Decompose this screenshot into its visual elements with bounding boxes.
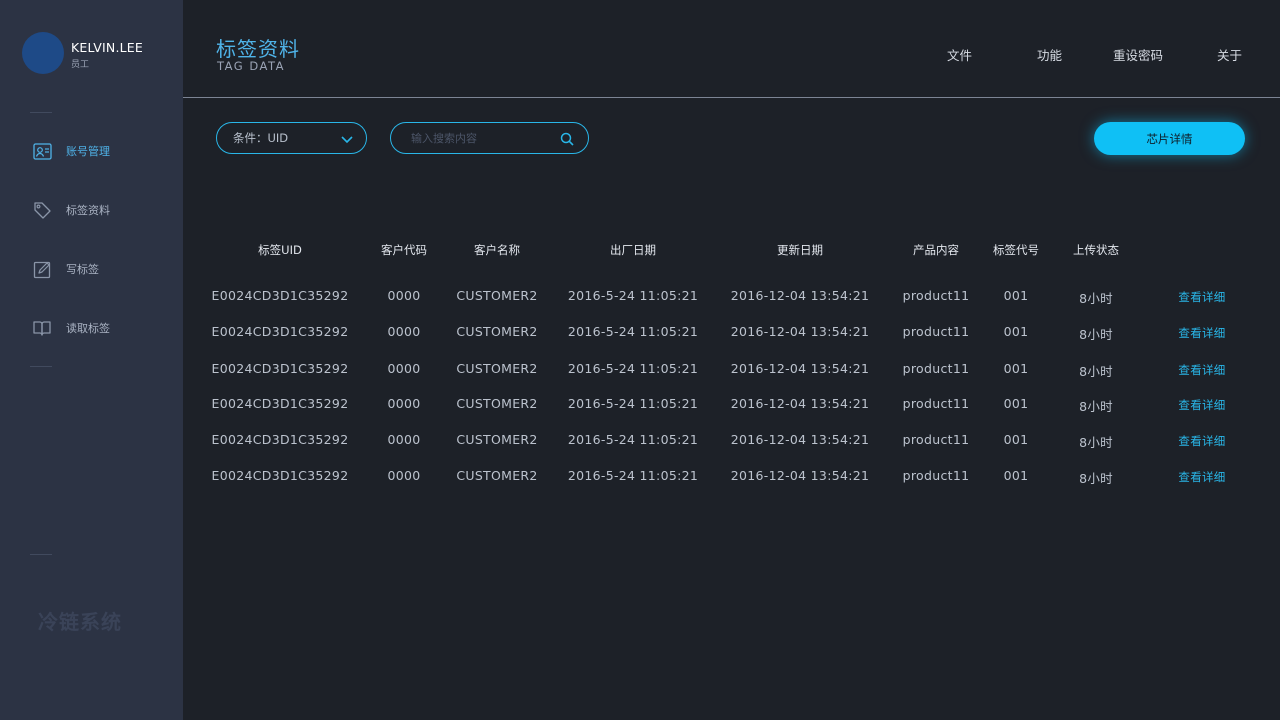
cell-factory-date: 2016-5-24 11:05:21 xyxy=(567,468,699,483)
tag-icon xyxy=(32,200,52,220)
cell-customer-name: CUSTOMER2 xyxy=(456,288,538,303)
cell-upload-status: 8小时 xyxy=(1079,291,1113,306)
view-details-link[interactable]: 查看详细 xyxy=(1178,325,1225,341)
cell-update-date: 2016-12-04 13:54:21 xyxy=(730,324,870,339)
view-details-link[interactable]: 查看详细 xyxy=(1178,433,1225,449)
sidebar-item-read-tag[interactable]: 读取标签 xyxy=(32,316,110,340)
cell-upload-status: 8小时 xyxy=(1079,327,1113,342)
page-subtitle: TAG DATA xyxy=(217,59,285,73)
top-nav-file[interactable]: 文件 xyxy=(947,45,972,64)
cell-update-date: 2016-12-04 13:54:21 xyxy=(730,288,870,303)
cell-factory-date: 2016-5-24 11:05:21 xyxy=(567,324,699,339)
divider xyxy=(30,366,52,367)
cell-product: product11 xyxy=(902,468,970,483)
cell-factory-date: 2016-5-24 11:05:21 xyxy=(567,396,699,411)
chevron-down-icon xyxy=(340,131,354,150)
cell-customer-code: 0000 xyxy=(387,324,421,339)
brand-watermark: 冷链系统 xyxy=(38,610,122,634)
header-factory-date: 出厂日期 xyxy=(610,243,656,257)
cell-customer-code: 0000 xyxy=(387,468,421,483)
cell-customer-code: 0000 xyxy=(387,361,421,376)
cell-tag-uid: E0024CD3D1C35292 xyxy=(211,361,349,376)
sidebar: KELVIN.LEE 员工 账号管理 标签资料 写标签 读取标签 冷链系统 xyxy=(0,0,183,720)
cell-customer-name: CUSTOMER2 xyxy=(456,468,538,483)
header-divider xyxy=(183,97,1280,98)
header-customer-name: 客户名称 xyxy=(474,243,520,257)
cell-product: product11 xyxy=(902,361,970,376)
cell-upload-status: 8小时 xyxy=(1079,399,1113,414)
cell-update-date: 2016-12-04 13:54:21 xyxy=(730,432,870,447)
view-details-link[interactable]: 查看详细 xyxy=(1178,469,1225,485)
user-role: 员工 xyxy=(71,60,90,70)
cell-tag-code: 001 xyxy=(1003,361,1029,376)
chip-details-button[interactable]: 芯片详情 xyxy=(1094,122,1245,155)
cell-tag-uid: E0024CD3D1C35292 xyxy=(211,288,349,303)
search-icon[interactable] xyxy=(560,131,574,150)
cell-tag-code: 001 xyxy=(1003,432,1029,447)
cell-customer-name: CUSTOMER2 xyxy=(456,324,538,339)
cell-tag-code: 001 xyxy=(1003,288,1029,303)
cell-update-date: 2016-12-04 13:54:21 xyxy=(730,468,870,483)
view-details-link[interactable]: 查看详细 xyxy=(1178,397,1225,413)
sidebar-item-label: 写标签 xyxy=(66,263,99,276)
cell-upload-status: 8小时 xyxy=(1079,471,1113,486)
cell-tag-uid: E0024CD3D1C35292 xyxy=(211,324,349,339)
cell-customer-code: 0000 xyxy=(387,396,421,411)
cell-upload-status: 8小时 xyxy=(1079,364,1113,379)
cell-product: product11 xyxy=(902,432,970,447)
cell-customer-name: CUSTOMER2 xyxy=(456,396,538,411)
view-details-link[interactable]: 查看详细 xyxy=(1178,289,1225,305)
search-input[interactable] xyxy=(409,130,553,146)
top-nav-reset-password[interactable]: 重设密码 xyxy=(1113,45,1163,64)
id-card-icon xyxy=(32,141,52,161)
edit-icon xyxy=(32,259,52,279)
search-box xyxy=(390,122,589,154)
view-details-link[interactable]: 查看详细 xyxy=(1178,362,1225,378)
cell-factory-date: 2016-5-24 11:05:21 xyxy=(567,288,699,303)
sidebar-item-account[interactable]: 账号管理 xyxy=(32,139,110,163)
cell-product: product11 xyxy=(902,288,970,303)
page-title: 标签资料 xyxy=(216,37,300,61)
sidebar-item-tag-data[interactable]: 标签资料 xyxy=(32,198,110,222)
cell-customer-code: 0000 xyxy=(387,288,421,303)
sidebar-item-label: 账号管理 xyxy=(66,145,110,158)
cell-factory-date: 2016-5-24 11:05:21 xyxy=(567,432,699,447)
condition-label: 条件：UID xyxy=(233,131,289,145)
cell-tag-code: 001 xyxy=(1003,468,1029,483)
header-tag-uid: 标签UID xyxy=(258,243,302,257)
cell-factory-date: 2016-5-24 11:05:21 xyxy=(567,361,699,376)
header-tag-code: 标签代号 xyxy=(993,243,1039,257)
sidebar-item-label: 标签资料 xyxy=(66,204,110,217)
cell-upload-status: 8小时 xyxy=(1079,435,1113,450)
avatar[interactable] xyxy=(22,32,64,74)
cell-tag-uid: E0024CD3D1C35292 xyxy=(211,396,349,411)
book-icon xyxy=(32,318,52,338)
cell-customer-code: 0000 xyxy=(387,432,421,447)
header-update-date: 更新日期 xyxy=(777,243,823,257)
top-nav-function[interactable]: 功能 xyxy=(1037,45,1062,64)
header-upload-status: 上传状态 xyxy=(1073,243,1119,257)
divider xyxy=(30,554,52,555)
cell-product: product11 xyxy=(902,324,970,339)
user-name: KELVIN.LEE xyxy=(71,40,144,55)
cell-update-date: 2016-12-04 13:54:21 xyxy=(730,396,870,411)
cell-tag-code: 001 xyxy=(1003,396,1029,411)
top-nav-about[interactable]: 关于 xyxy=(1217,45,1242,64)
sidebar-item-write-tag[interactable]: 写标签 xyxy=(32,257,99,281)
cell-tag-code: 001 xyxy=(1003,324,1029,339)
cell-update-date: 2016-12-04 13:54:21 xyxy=(730,361,870,376)
cell-tag-uid: E0024CD3D1C35292 xyxy=(211,468,349,483)
condition-select[interactable]: 条件：UID xyxy=(216,122,367,154)
cell-customer-name: CUSTOMER2 xyxy=(456,361,538,376)
header-product: 产品内容 xyxy=(913,243,959,257)
divider xyxy=(30,112,52,113)
cell-customer-name: CUSTOMER2 xyxy=(456,432,538,447)
header-customer-code: 客户代码 xyxy=(381,243,427,257)
sidebar-item-label: 读取标签 xyxy=(66,322,110,335)
cell-product: product11 xyxy=(902,396,970,411)
cell-tag-uid: E0024CD3D1C35292 xyxy=(211,432,349,447)
